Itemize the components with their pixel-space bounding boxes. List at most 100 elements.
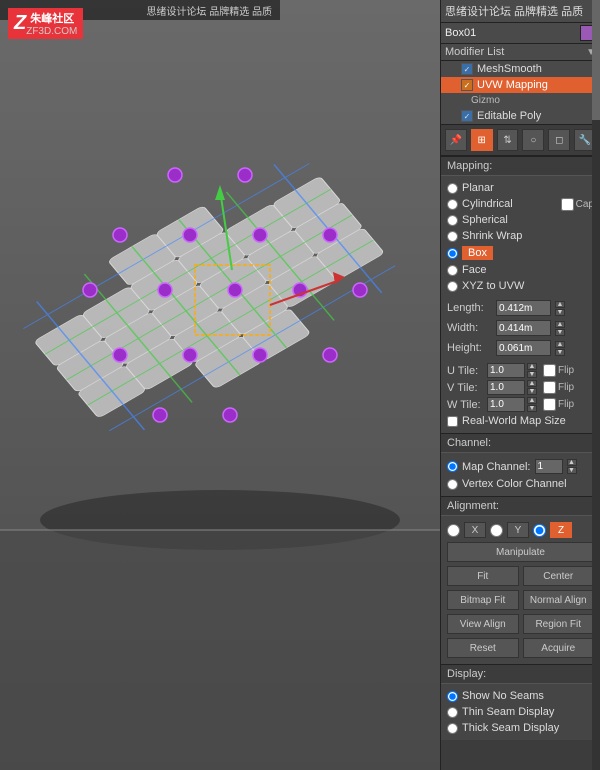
radio-spherical-input[interactable] [447, 215, 458, 226]
thick-seam-radio[interactable] [447, 723, 458, 734]
height-up[interactable]: ▲ [555, 341, 565, 348]
scrollbar-thumb[interactable] [592, 0, 600, 120]
radio-cylindrical-input[interactable] [447, 199, 458, 210]
modifier-meshsmooth[interactable]: ✓ MeshSmooth [441, 61, 600, 77]
alignment-section-header[interactable]: Alignment: [441, 496, 600, 516]
tab-icon-modifier[interactable]: ⊞ [471, 129, 493, 151]
display-section-header[interactable]: Display: [441, 664, 600, 684]
radio-xyz-input[interactable] [447, 281, 458, 292]
wtile-flip-check[interactable] [543, 398, 556, 411]
wtile-flip[interactable]: Flip [543, 398, 574, 411]
cylindrical-row[interactable]: Cylindrical Cap [447, 196, 594, 212]
channel-down[interactable]: ▼ [567, 467, 577, 474]
viewalign-regionfit-row: View Align Region Fit [447, 612, 594, 636]
region-fit-btn[interactable]: Region Fit [523, 614, 595, 634]
vtile-up[interactable]: ▲ [527, 380, 537, 387]
realworld-row[interactable]: Real-World Map Size [447, 413, 594, 429]
align-x-radio[interactable] [447, 524, 460, 537]
align-y-radio[interactable] [490, 524, 503, 537]
radio-planar-label: Planar [462, 182, 494, 194]
utile-spinner[interactable]: ▲ ▼ [527, 363, 537, 378]
mapping-section-header[interactable]: Mapping: [441, 156, 600, 176]
map-channel-label: Map Channel: [462, 461, 531, 473]
utile-flip[interactable]: Flip [543, 364, 574, 377]
fit-btn[interactable]: Fit [447, 566, 519, 586]
wtile-up[interactable]: ▲ [527, 397, 537, 404]
viewport[interactable]: Z 朱峰社区 ZF3D.COM 思绪设计论坛 品牌精选 品质 [0, 0, 440, 770]
modifier-epoly[interactable]: ✓ Editable Poly [441, 108, 600, 124]
reset-btn[interactable]: Reset [447, 638, 519, 658]
align-y-btn[interactable]: Y [507, 522, 529, 538]
bitmap-fit-btn[interactable]: Bitmap Fit [447, 590, 519, 610]
realworld-label: Real-World Map Size [462, 415, 566, 427]
radio-shrinkwrap-input[interactable] [447, 231, 458, 242]
thin-seam-row[interactable]: Thin Seam Display [447, 704, 594, 720]
vertex-color-radio[interactable] [447, 479, 458, 490]
wtile-input[interactable] [487, 397, 525, 412]
tab-icon-motion[interactable]: ○ [522, 129, 544, 151]
align-z-btn[interactable]: Z [550, 522, 572, 538]
width-up[interactable]: ▲ [555, 321, 565, 328]
radio-xyz[interactable]: XYZ to UVW [447, 278, 594, 294]
tab-icon-display[interactable]: ◻ [548, 129, 570, 151]
height-input[interactable]: 0.061m [496, 340, 551, 356]
modifier-gizmo[interactable]: Gizmo [441, 93, 600, 108]
center-btn[interactable]: Center [523, 566, 595, 586]
tab-icon-pin[interactable]: 📌 [445, 129, 467, 151]
view-align-btn[interactable]: View Align [447, 614, 519, 634]
modifier-label-uvw: UVW Mapping [477, 79, 548, 91]
modifier-list-bar[interactable]: Modifier List ▼ [441, 44, 600, 61]
map-channel-row[interactable]: Map Channel: ▲ ▼ [447, 457, 594, 476]
realworld-check[interactable] [447, 416, 458, 427]
vtile-flip-check[interactable] [543, 381, 556, 394]
show-no-seams-radio[interactable] [447, 691, 458, 702]
length-down[interactable]: ▼ [555, 309, 565, 316]
modifier-uvw[interactable]: ✓ UVW Mapping [441, 77, 600, 93]
vertex-color-row[interactable]: Vertex Color Channel [447, 476, 594, 492]
utile-flip-label: Flip [558, 365, 574, 376]
radio-planar-input[interactable] [447, 183, 458, 194]
vtile-flip[interactable]: Flip [543, 381, 574, 394]
manipulate-btn[interactable]: Manipulate [447, 542, 594, 562]
vtile-spinner[interactable]: ▲ ▼ [527, 380, 537, 395]
radio-planar[interactable]: Planar [447, 180, 594, 196]
vtile-input[interactable] [487, 380, 525, 395]
wtile-down[interactable]: ▼ [527, 405, 537, 412]
height-down[interactable]: ▼ [555, 349, 565, 356]
show-no-seams-row[interactable]: Show No Seams [447, 688, 594, 704]
radio-spherical[interactable]: Spherical [447, 212, 594, 228]
length-spinner[interactable]: ▲ ▼ [555, 301, 565, 316]
channel-spinner[interactable]: ▲ ▼ [567, 459, 577, 474]
panel-scrollbar[interactable] [592, 0, 600, 770]
align-z-radio[interactable] [533, 524, 546, 537]
map-channel-radio[interactable] [447, 461, 458, 472]
vtile-down[interactable]: ▼ [527, 388, 537, 395]
thick-seam-row[interactable]: Thick Seam Display [447, 720, 594, 736]
width-input[interactable]: 0.414m [496, 320, 551, 336]
tab-icon-hierarchy[interactable]: ⇅ [497, 129, 519, 151]
radio-face[interactable]: Face [447, 262, 594, 278]
utile-flip-check[interactable] [543, 364, 556, 377]
radio-face-input[interactable] [447, 265, 458, 276]
align-x-btn[interactable]: X [464, 522, 486, 538]
utile-input[interactable] [487, 363, 525, 378]
height-spinner[interactable]: ▲ ▼ [555, 341, 565, 356]
map-channel-input[interactable] [535, 459, 563, 474]
radio-box-input[interactable] [447, 248, 458, 259]
normal-align-btn[interactable]: Normal Align [523, 590, 595, 610]
length-input[interactable]: 0.412m [496, 300, 551, 316]
utile-down[interactable]: ▼ [527, 371, 537, 378]
radio-box[interactable]: Box [447, 244, 594, 262]
width-spinner[interactable]: ▲ ▼ [555, 321, 565, 336]
length-up[interactable]: ▲ [555, 301, 565, 308]
channel-section-header[interactable]: Channel: [441, 433, 600, 453]
width-down[interactable]: ▼ [555, 329, 565, 336]
thin-seam-radio[interactable] [447, 707, 458, 718]
radio-shrinkwrap[interactable]: Shrink Wrap [447, 228, 594, 244]
acquire-btn[interactable]: Acquire [523, 638, 595, 658]
utile-up[interactable]: ▲ [527, 363, 537, 370]
wtile-spinner[interactable]: ▲ ▼ [527, 397, 537, 412]
channel-up[interactable]: ▲ [567, 459, 577, 466]
channel-section-label: Channel: [447, 437, 491, 449]
cap-checkbox[interactable] [561, 198, 574, 211]
